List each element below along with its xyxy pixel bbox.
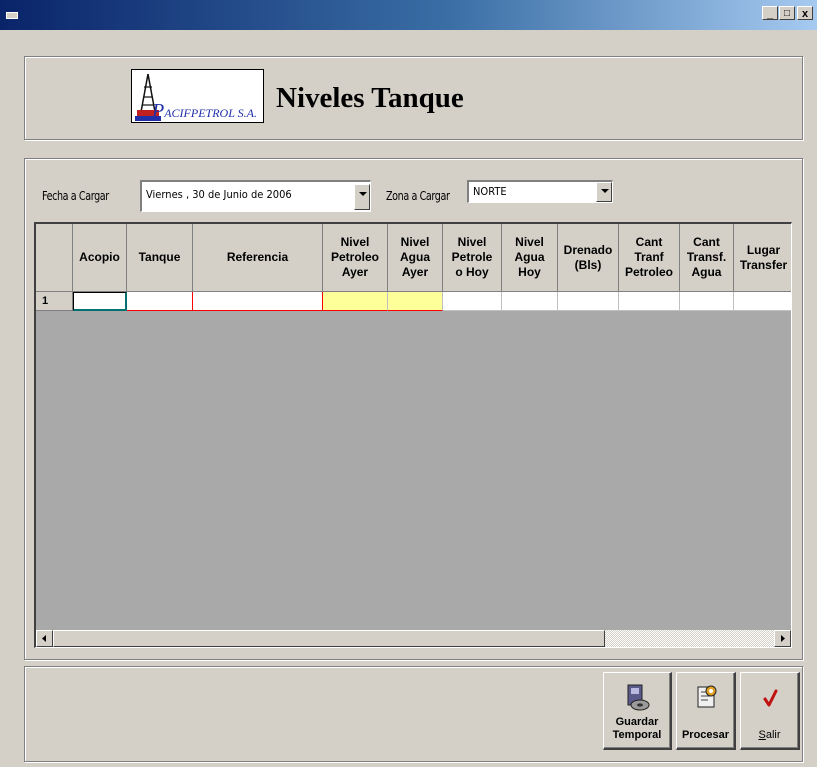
niveles-grid[interactable]: Acopio Tanque Referencia Nivel Petroleo Ayer N… bbox=[34, 222, 792, 648]
column-header-text: Petroleo bbox=[624, 265, 673, 279]
fecha-picker[interactable]: Viernes , 30 de Junio de 2006 bbox=[140, 180, 371, 212]
scroll-thumb[interactable] bbox=[53, 630, 605, 647]
column-header-acopio[interactable]: Acopio bbox=[73, 224, 127, 292]
column-header-text: Petrole bbox=[451, 250, 493, 264]
title-bar: _ □ x bbox=[0, 0, 817, 30]
logo-name: ACIFPETROL S.A. bbox=[164, 106, 257, 120]
grid-cell-nivel-agua-hoy[interactable] bbox=[502, 292, 558, 311]
column-header-text: Tanque bbox=[138, 250, 181, 264]
column-header-lugar-transfer[interactable]: Lugar Transfer bbox=[734, 224, 791, 292]
column-header-text: Cant bbox=[635, 235, 663, 249]
grid-cell-cant-tranf-petroleo[interactable] bbox=[619, 292, 680, 311]
grid-cell-drenado[interactable] bbox=[558, 292, 619, 311]
column-header-text: Drenado bbox=[563, 242, 613, 257]
fecha-label: Fecha a Cargar bbox=[42, 189, 109, 203]
fecha-dropdown-button[interactable] bbox=[354, 184, 370, 210]
grid-cell-nivel-petroleo-hoy[interactable] bbox=[443, 292, 502, 311]
grid-cell-nivel-petroleo-ayer[interactable] bbox=[323, 292, 388, 311]
scroll-track[interactable] bbox=[605, 630, 774, 647]
procesar-button[interactable]: Procesar bbox=[676, 672, 736, 750]
column-header-nivel-agua-hoy[interactable]: Nivel Agua Hoy bbox=[502, 224, 558, 292]
column-header-text: Agua bbox=[514, 250, 545, 264]
arrow-left-icon bbox=[42, 635, 46, 642]
column-header-text: Petroleo bbox=[330, 250, 379, 264]
scroll-left-button[interactable] bbox=[36, 630, 53, 647]
app-icon bbox=[6, 9, 18, 19]
arrow-right-icon bbox=[781, 635, 785, 642]
save-disk-icon bbox=[627, 684, 650, 711]
salir-mnemonic: S bbox=[758, 729, 766, 741]
column-header-cant-tranf-petroleo[interactable]: Cant Tranf Petroleo bbox=[619, 224, 680, 292]
zona-value: NORTE bbox=[473, 185, 507, 198]
grid-cell-lugar-transfer[interactable] bbox=[734, 292, 791, 311]
close-button[interactable]: x bbox=[797, 6, 813, 20]
column-header-text: Nivel bbox=[340, 235, 370, 249]
zona-select[interactable]: NORTE bbox=[467, 180, 613, 203]
grid-cell-referencia[interactable] bbox=[193, 292, 323, 311]
column-header-text: Nivel bbox=[400, 235, 430, 249]
scroll-right-button[interactable] bbox=[774, 630, 791, 647]
minimize-button[interactable]: _ bbox=[762, 6, 778, 20]
logo-initial: P bbox=[152, 100, 165, 122]
row-number[interactable]: 1 bbox=[36, 292, 73, 311]
chevron-down-icon bbox=[359, 192, 367, 196]
column-header-text: Transfer bbox=[739, 257, 788, 272]
column-header-text: Acopio bbox=[79, 250, 120, 264]
column-header-text: Ayer bbox=[341, 265, 369, 279]
column-header-text: Referencia bbox=[226, 250, 289, 264]
grid-cell-nivel-agua-ayer[interactable] bbox=[388, 292, 443, 311]
horizontal-scrollbar[interactable] bbox=[36, 630, 791, 647]
column-header-text: Agua bbox=[400, 250, 430, 264]
column-header-text: Nivel bbox=[457, 235, 487, 249]
procesar-label: Procesar bbox=[681, 729, 730, 741]
column-header-nivel-petroleo-hoy[interactable]: Nivel Petrole o Hoy bbox=[443, 224, 502, 292]
column-header-text: Cant bbox=[693, 235, 720, 249]
column-header-text: Lugar bbox=[746, 242, 781, 257]
chevron-down-icon bbox=[601, 189, 609, 193]
salir-rest: alir bbox=[765, 729, 781, 741]
grid-corner-header bbox=[36, 224, 73, 292]
column-header-text: o Hoy bbox=[455, 265, 489, 279]
column-header-text: Ayer bbox=[401, 265, 429, 279]
company-logo: PACIFPETROL S.A. bbox=[131, 69, 264, 123]
zona-dropdown-button[interactable] bbox=[596, 182, 612, 202]
column-header-tanque[interactable]: Tanque bbox=[127, 224, 193, 292]
grid-cell-acopio[interactable] bbox=[73, 292, 127, 311]
grid-cell-tanque[interactable] bbox=[127, 292, 193, 311]
column-header-text: Hoy bbox=[518, 265, 541, 279]
process-document-icon bbox=[697, 685, 716, 708]
maximize-button[interactable]: □ bbox=[779, 6, 795, 20]
guardar-temporal-button[interactable]: Guardar Temporal bbox=[603, 672, 672, 750]
column-header-nivel-petroleo-ayer[interactable]: Nivel Petroleo Ayer bbox=[323, 224, 388, 292]
column-header-nivel-agua-ayer[interactable]: Nivel Agua Ayer bbox=[388, 224, 443, 292]
salir-button[interactable]: Salir bbox=[740, 672, 800, 750]
zona-label: Zona a Cargar bbox=[386, 189, 450, 203]
fecha-value: Viernes , 30 de Junio de 2006 bbox=[146, 188, 292, 201]
guardar-line1: Guardar bbox=[615, 716, 659, 728]
grid-cell-cant-transf-agua[interactable] bbox=[680, 292, 734, 311]
column-header-cant-transf-agua[interactable]: Cant Transf. Agua bbox=[680, 224, 734, 292]
column-header-referencia[interactable]: Referencia bbox=[193, 224, 323, 292]
column-header-text: Tranf bbox=[634, 250, 664, 264]
column-header-text: (Bls) bbox=[574, 257, 602, 272]
column-header-drenado[interactable]: Drenado (Bls) bbox=[558, 224, 619, 292]
checkmark-icon bbox=[763, 689, 777, 707]
column-header-text: Agua bbox=[691, 265, 722, 279]
guardar-line2: Temporal bbox=[612, 729, 662, 741]
column-header-text: Nivel bbox=[515, 235, 544, 249]
page-title: Niveles Tanque bbox=[276, 82, 464, 114]
column-header-text: Transf. bbox=[686, 250, 727, 264]
